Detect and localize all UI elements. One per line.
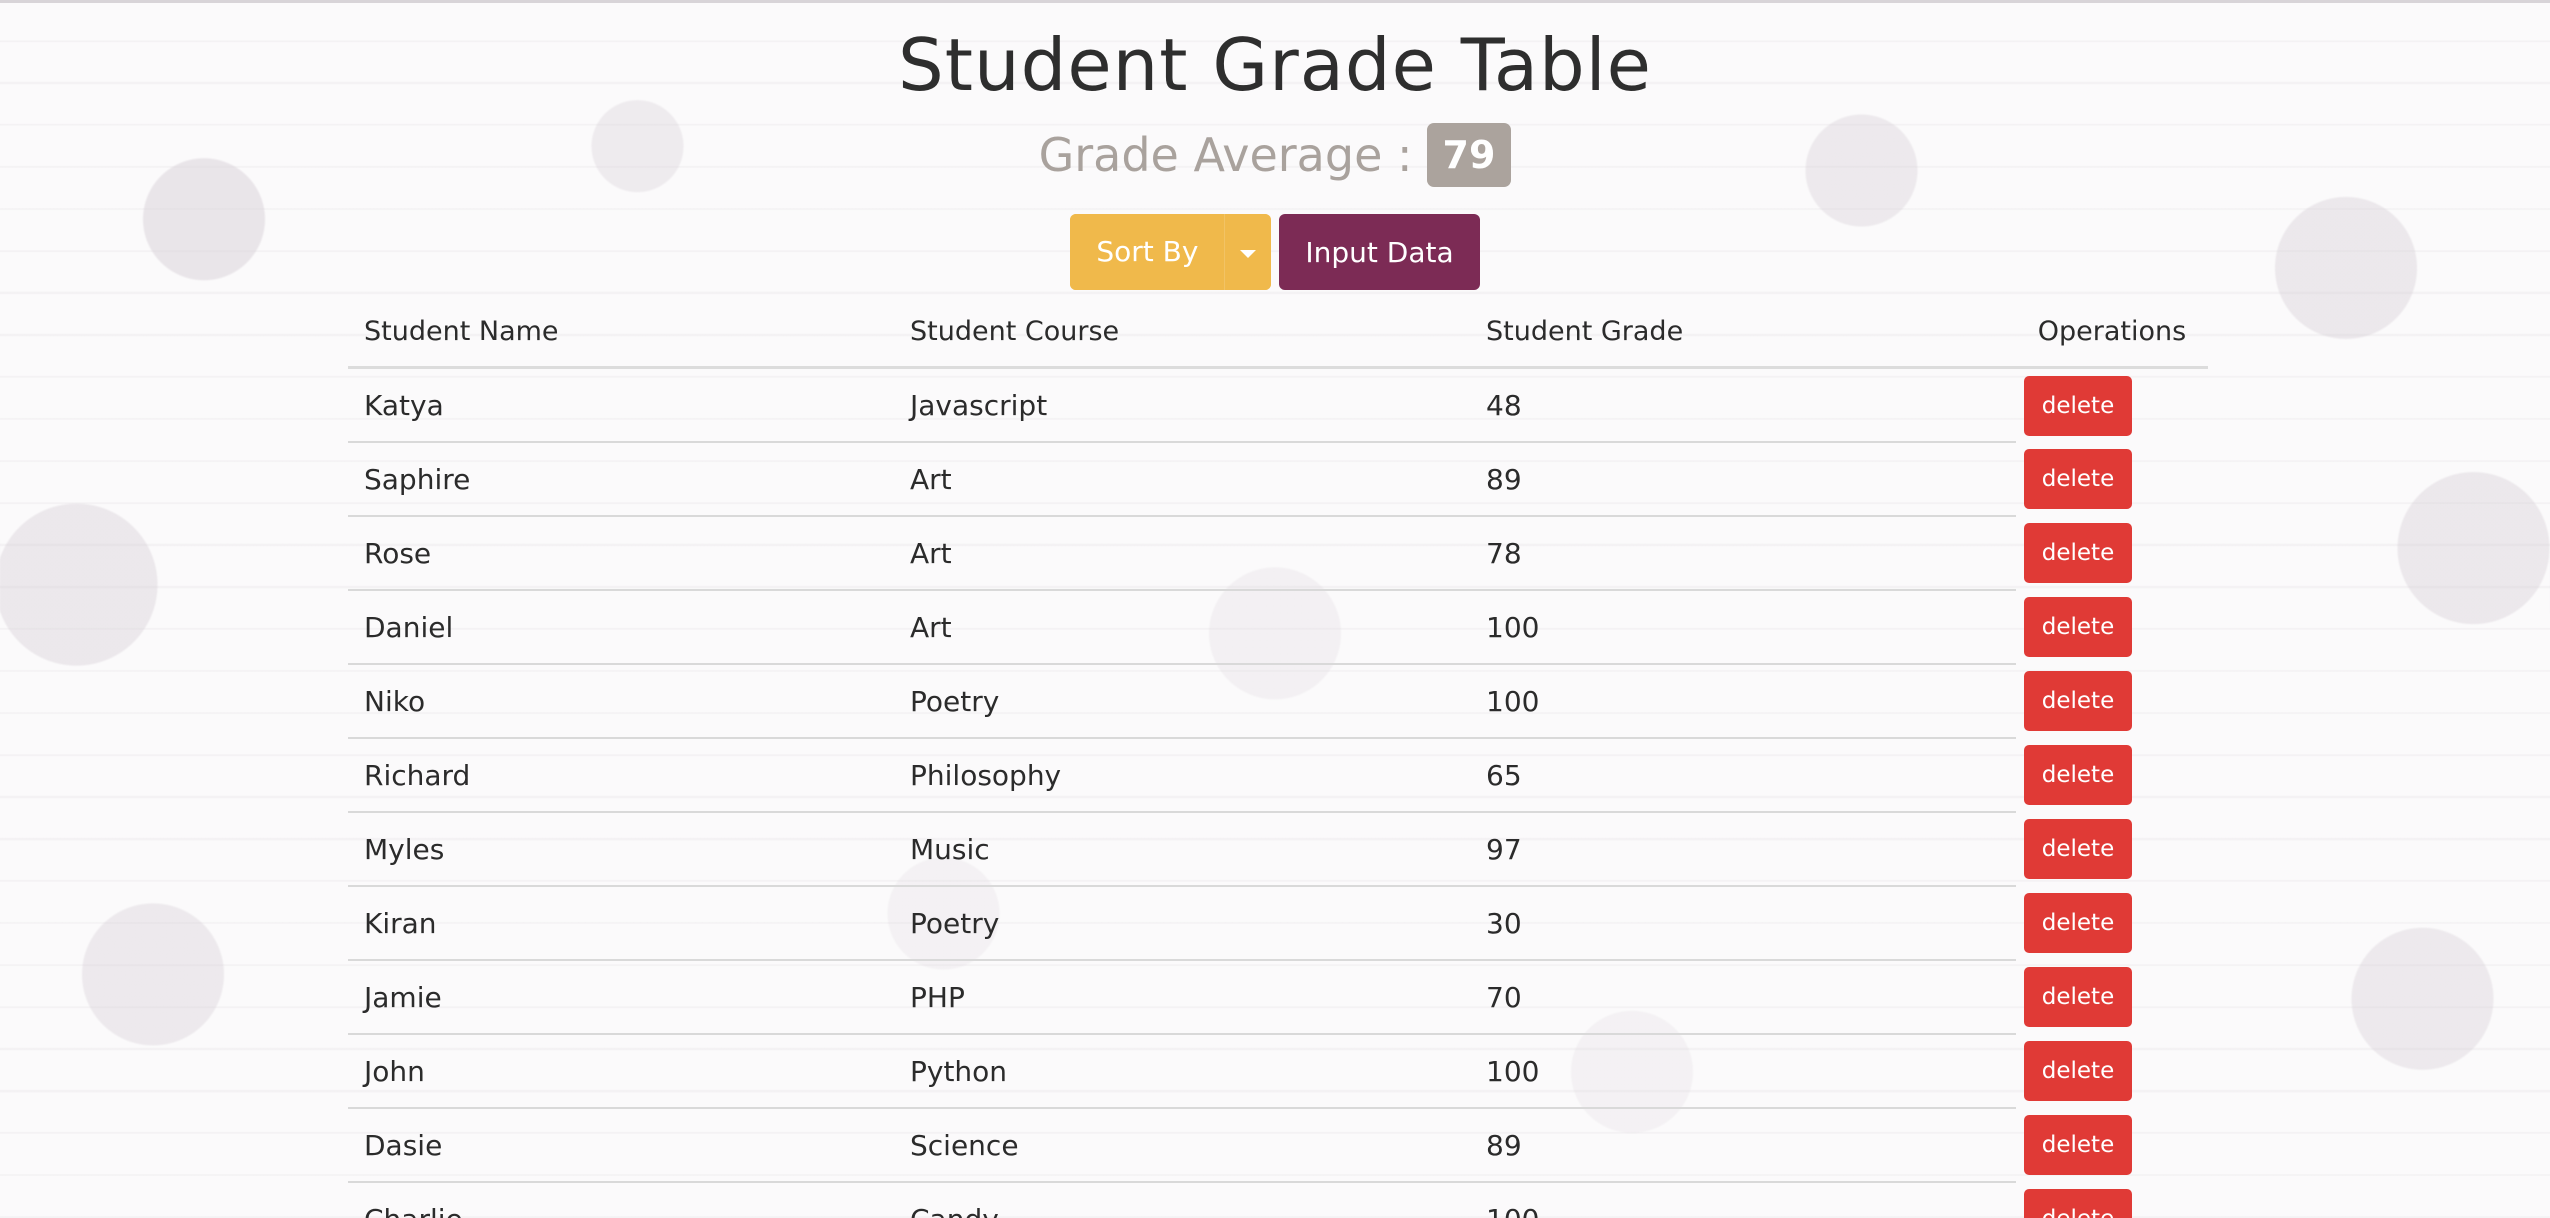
cell-student-course: Philosophy xyxy=(894,738,1470,813)
cell-student-grade: 65 xyxy=(1470,738,2016,813)
delete-button[interactable]: delete xyxy=(2024,967,2132,1027)
table-body: Katya Javascript 48 delete Saphire Art 8… xyxy=(348,367,2208,1218)
grade-average-badge: 79 xyxy=(1426,123,1512,187)
grade-average-row: Grade Average : 79 xyxy=(0,122,2550,188)
table-row: Niko Poetry 100 delete xyxy=(348,664,2208,739)
cell-student-name: Rose xyxy=(348,516,894,591)
cell-student-name: Saphire xyxy=(348,442,894,517)
delete-button[interactable]: delete xyxy=(2024,1189,2132,1218)
table-row: Daniel Art 100 delete xyxy=(348,590,2208,665)
table-row: Dasie Science 89 delete xyxy=(348,1108,2208,1183)
grade-table-container: Student Name Student Course Student Grad… xyxy=(348,296,2208,1218)
cell-student-grade: 97 xyxy=(1470,812,2016,887)
delete-button[interactable]: delete xyxy=(2024,671,2132,731)
cell-student-name: Katya xyxy=(348,367,894,443)
delete-button[interactable]: delete xyxy=(2024,745,2132,805)
cell-operations: delete xyxy=(2016,442,2208,516)
column-header-grade: Student Grade xyxy=(1470,296,2016,369)
grade-average-label: Grade Average : xyxy=(1038,128,1413,182)
cell-operations: delete xyxy=(2016,1108,2208,1182)
cell-student-name: Kiran xyxy=(348,886,894,961)
column-header-operations: Operations xyxy=(2016,296,2208,369)
page-header: Student Grade Table Grade Average : 79 xyxy=(0,22,2550,188)
cell-operations: delete xyxy=(2016,516,2208,590)
input-data-button[interactable]: Input Data xyxy=(1279,214,1480,290)
cell-student-name: Daniel xyxy=(348,590,894,665)
grade-table: Student Name Student Course Student Grad… xyxy=(348,296,2208,1218)
cell-operations: delete xyxy=(2016,1182,2208,1218)
cell-student-grade: 78 xyxy=(1470,516,2016,591)
cell-student-course: Art xyxy=(894,590,1470,665)
cell-student-name: Richard xyxy=(348,738,894,813)
cell-student-name: Jamie xyxy=(348,960,894,1035)
cell-student-course: Music xyxy=(894,812,1470,887)
cell-student-course: Art xyxy=(894,516,1470,591)
table-row: Jamie PHP 70 delete xyxy=(348,960,2208,1035)
sort-dropdown[interactable]: Sort By xyxy=(1070,214,1272,290)
cell-operations: delete xyxy=(2016,664,2208,738)
column-header-course: Student Course xyxy=(894,296,1470,369)
sort-by-button[interactable]: Sort By xyxy=(1070,214,1225,290)
cell-operations: delete xyxy=(2016,812,2208,886)
cell-operations: delete xyxy=(2016,886,2208,960)
delete-button[interactable]: delete xyxy=(2024,893,2132,953)
column-header-name: Student Name xyxy=(348,296,894,369)
cell-student-course: Poetry xyxy=(894,886,1470,961)
delete-button[interactable]: delete xyxy=(2024,375,2132,436)
cell-student-grade: 100 xyxy=(1470,590,2016,665)
delete-button[interactable]: delete xyxy=(2024,1041,2132,1101)
table-row: Myles Music 97 delete xyxy=(348,812,2208,887)
table-row: Kiran Poetry 30 delete xyxy=(348,886,2208,961)
cell-student-course: Python xyxy=(894,1034,1470,1109)
cell-student-grade: 89 xyxy=(1470,442,2016,517)
cell-student-grade: 100 xyxy=(1470,664,2016,739)
cell-operations: delete xyxy=(2016,738,2208,812)
cell-student-grade: 100 xyxy=(1470,1034,2016,1109)
cell-student-course: Poetry xyxy=(894,664,1470,739)
cell-student-course: Candy xyxy=(894,1182,1470,1218)
page-title: Student Grade Table xyxy=(898,23,1652,107)
delete-button[interactable]: delete xyxy=(2024,1115,2132,1175)
top-border xyxy=(0,0,2550,3)
cell-student-name: Dasie xyxy=(348,1108,894,1183)
cell-student-name: Charlie xyxy=(348,1182,894,1218)
cell-operations: delete xyxy=(2016,960,2208,1034)
table-header-row: Student Name Student Course Student Grad… xyxy=(348,296,2208,369)
cell-student-course: Javascript xyxy=(894,367,1470,443)
table-row: Richard Philosophy 65 delete xyxy=(348,738,2208,813)
cell-student-grade: 48 xyxy=(1470,367,2016,443)
cell-student-course: Science xyxy=(894,1108,1470,1183)
cell-student-grade: 70 xyxy=(1470,960,2016,1035)
caret-down-icon xyxy=(1240,250,1257,258)
cell-student-grade: 89 xyxy=(1470,1108,2016,1183)
cell-operations: delete xyxy=(2016,368,2208,443)
cell-student-grade: 100 xyxy=(1470,1182,2016,1218)
table-row: Charlie Candy 100 delete xyxy=(348,1182,2208,1218)
table-row: Saphire Art 89 delete xyxy=(348,442,2208,517)
cell-student-name: Niko xyxy=(348,664,894,739)
sort-dropdown-toggle[interactable] xyxy=(1224,214,1272,290)
control-bar: Sort By Input Data xyxy=(0,214,2550,290)
cell-student-course: PHP xyxy=(894,960,1470,1035)
table-row: Katya Javascript 48 delete xyxy=(348,367,2208,443)
cell-operations: delete xyxy=(2016,590,2208,664)
cell-operations: delete xyxy=(2016,1034,2208,1108)
table-row: John Python 100 delete xyxy=(348,1034,2208,1109)
cell-student-name: John xyxy=(348,1034,894,1109)
cell-student-course: Art xyxy=(894,442,1470,517)
delete-button[interactable]: delete xyxy=(2024,597,2132,657)
delete-button[interactable]: delete xyxy=(2024,449,2132,509)
cell-student-name: Myles xyxy=(348,812,894,887)
delete-button[interactable]: delete xyxy=(2024,819,2132,879)
table-row: Rose Art 78 delete xyxy=(348,516,2208,591)
cell-student-grade: 30 xyxy=(1470,886,2016,961)
delete-button[interactable]: delete xyxy=(2024,523,2132,583)
